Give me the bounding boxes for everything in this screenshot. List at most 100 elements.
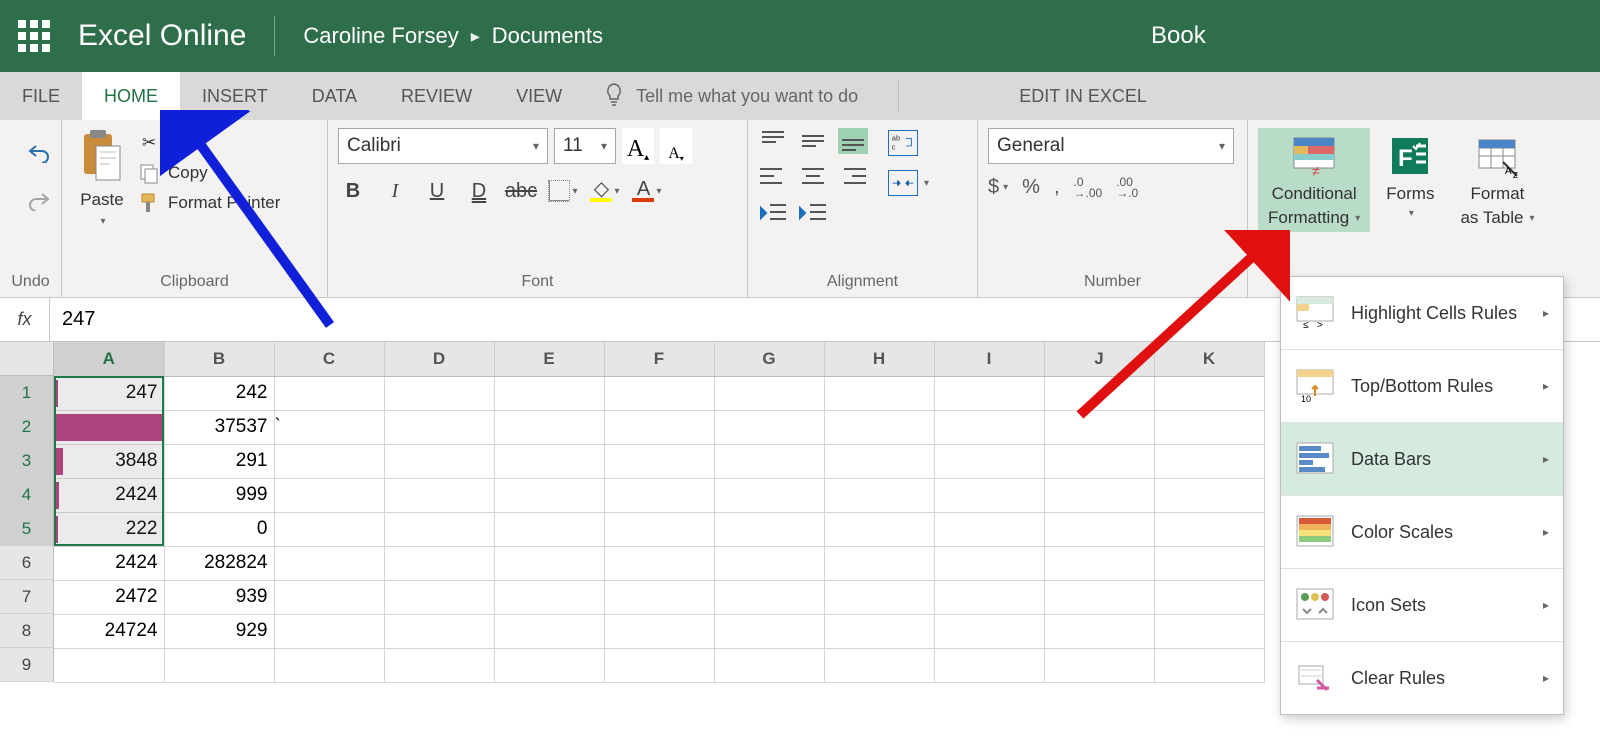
cell[interactable] <box>1154 580 1264 614</box>
fx-icon[interactable]: fx <box>0 298 50 341</box>
cell[interactable]: 929 <box>164 614 274 648</box>
cell[interactable] <box>714 546 824 580</box>
row-header[interactable]: 6 <box>0 546 54 580</box>
cell[interactable] <box>714 410 824 444</box>
cell[interactable] <box>604 648 714 682</box>
cell[interactable] <box>604 410 714 444</box>
select-all-corner[interactable] <box>0 342 54 376</box>
undo-button[interactable] <box>24 138 54 168</box>
cell[interactable] <box>494 376 604 410</box>
decrease-indent-button[interactable] <box>758 200 788 226</box>
cell[interactable] <box>384 546 494 580</box>
column-header[interactable]: F <box>604 342 714 376</box>
row-header[interactable]: 7 <box>0 580 54 614</box>
cell[interactable] <box>274 614 384 648</box>
cell[interactable]: 2424 <box>54 546 164 580</box>
italic-button[interactable]: I <box>380 176 410 206</box>
cell[interactable] <box>714 478 824 512</box>
cf-clear-rules[interactable]: Clear Rules ▸ <box>1281 642 1563 714</box>
cell[interactable] <box>274 478 384 512</box>
cf-color-scales[interactable]: Color Scales ▸ <box>1281 496 1563 568</box>
row-header[interactable]: 4 <box>0 478 54 512</box>
cell[interactable] <box>274 444 384 478</box>
cell[interactable] <box>714 376 824 410</box>
cell[interactable] <box>824 648 934 682</box>
cell[interactable] <box>1154 478 1264 512</box>
cell[interactable]: 242 <box>164 376 274 410</box>
grow-font-button[interactable]: A▴ <box>622 128 654 164</box>
cell[interactable] <box>934 512 1044 546</box>
cell[interactable] <box>934 614 1044 648</box>
cf-highlight-cells-rules[interactable]: ≤> Highlight Cells Rules ▸ <box>1281 277 1563 349</box>
double-underline-button[interactable]: D <box>464 176 494 206</box>
cf-icon-sets[interactable]: Icon Sets ▸ <box>1281 569 1563 641</box>
column-header[interactable]: H <box>824 342 934 376</box>
cell[interactable] <box>824 478 934 512</box>
cell[interactable] <box>604 478 714 512</box>
comma-format-button[interactable]: , <box>1054 176 1060 199</box>
cell[interactable] <box>824 410 934 444</box>
cell[interactable] <box>494 580 604 614</box>
cell[interactable] <box>494 410 604 444</box>
cell[interactable] <box>384 444 494 478</box>
redo-button[interactable] <box>24 186 54 216</box>
cell[interactable] <box>1044 580 1154 614</box>
cell[interactable]: 37537 <box>164 410 274 444</box>
cell[interactable]: 48374 <box>54 410 164 444</box>
cell[interactable] <box>824 546 934 580</box>
underline-button[interactable]: U <box>422 176 452 206</box>
fill-color-button[interactable]: ◇ ▾ <box>590 176 620 206</box>
column-header[interactable]: E <box>494 342 604 376</box>
font-name-dropdown[interactable]: Calibri ▾ <box>338 128 548 164</box>
align-bottom-button[interactable] <box>838 128 868 154</box>
conditional-formatting-button[interactable]: ≠ Conditional Formatting▾ <box>1258 128 1370 232</box>
cell[interactable] <box>384 478 494 512</box>
cell[interactable] <box>384 512 494 546</box>
shrink-font-button[interactable]: A▾ <box>660 128 692 164</box>
cell[interactable] <box>604 546 714 580</box>
row-header[interactable]: 9 <box>0 648 54 682</box>
edit-in-excel-button[interactable]: EDIT IN EXCEL <box>1019 72 1147 120</box>
font-size-dropdown[interactable]: 11 ▾ <box>554 128 616 164</box>
cell[interactable] <box>384 580 494 614</box>
cell[interactable] <box>824 444 934 478</box>
row-header[interactable]: 3 <box>0 444 54 478</box>
row-header[interactable]: 8 <box>0 614 54 648</box>
number-format-dropdown[interactable]: General ▾ <box>988 128 1234 164</box>
align-top-button[interactable] <box>758 128 788 154</box>
cell[interactable] <box>824 614 934 648</box>
cell[interactable] <box>274 580 384 614</box>
row-header[interactable]: 1 <box>0 376 54 410</box>
cell[interactable] <box>494 614 604 648</box>
cell[interactable]: 939 <box>164 580 274 614</box>
cell[interactable] <box>604 580 714 614</box>
cell[interactable] <box>1154 614 1264 648</box>
strikethrough-button[interactable]: abc <box>506 176 536 206</box>
cell[interactable] <box>714 580 824 614</box>
cell[interactable] <box>1044 546 1154 580</box>
cell[interactable] <box>384 376 494 410</box>
cell[interactable] <box>494 478 604 512</box>
cf-top-bottom-rules[interactable]: 10 Top/Bottom Rules ▸ <box>1281 350 1563 422</box>
align-center-button[interactable] <box>798 164 828 190</box>
cell[interactable] <box>274 376 384 410</box>
cell[interactable] <box>1154 648 1264 682</box>
align-left-button[interactable] <box>758 164 788 190</box>
cell[interactable]: 222 <box>54 512 164 546</box>
cell[interactable] <box>1044 614 1154 648</box>
cell[interactable] <box>604 444 714 478</box>
tell-me-search[interactable]: Tell me what you want to do <box>604 72 858 120</box>
cell[interactable] <box>274 546 384 580</box>
cell[interactable]: 282824 <box>164 546 274 580</box>
cell[interactable] <box>1154 512 1264 546</box>
tab-view[interactable]: VIEW <box>494 72 584 120</box>
paste-button[interactable]: Paste ▾ <box>72 128 132 227</box>
cell[interactable] <box>714 512 824 546</box>
cell[interactable] <box>1044 648 1154 682</box>
decrease-decimal-button[interactable]: .00→.0 <box>1116 177 1138 199</box>
cell[interactable] <box>384 648 494 682</box>
cell[interactable] <box>1044 512 1154 546</box>
cell[interactable] <box>1154 546 1264 580</box>
cell[interactable] <box>934 478 1044 512</box>
percent-format-button[interactable]: % <box>1022 176 1040 199</box>
